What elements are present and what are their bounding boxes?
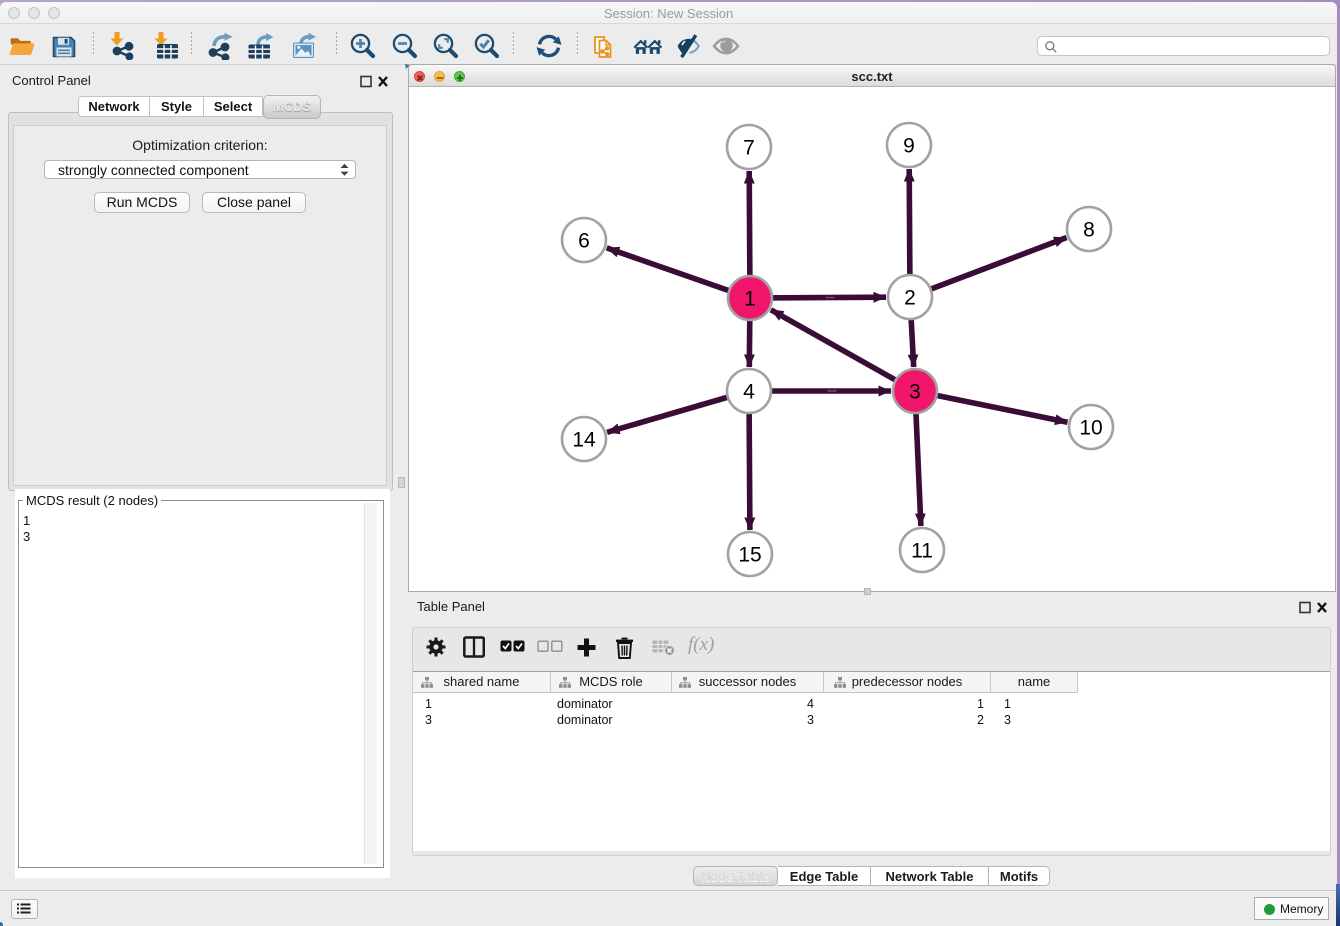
svg-text:14: 14: [572, 429, 596, 452]
svg-text:11: 11: [911, 540, 933, 563]
svg-text:15: 15: [738, 544, 761, 567]
svg-text:2: 2: [904, 287, 916, 310]
svg-text:7: 7: [743, 137, 755, 160]
svg-text:10: 10: [1079, 417, 1102, 440]
svg-text:9: 9: [903, 135, 915, 158]
svg-text:6: 6: [578, 230, 590, 253]
svg-text:1: 1: [744, 288, 756, 311]
svg-text:3: 3: [909, 381, 921, 404]
svg-text:8: 8: [1083, 219, 1095, 242]
svg-text:4: 4: [743, 381, 755, 404]
